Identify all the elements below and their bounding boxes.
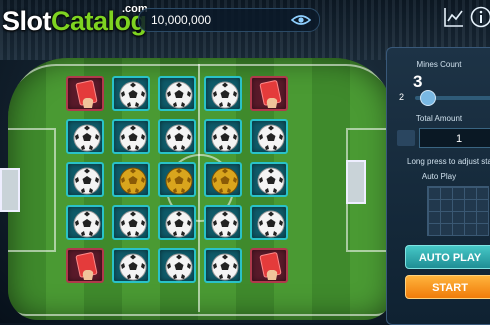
mines-count-value: 3 [413, 72, 422, 92]
football-icon [210, 252, 240, 282]
grid-tile-ball[interactable] [112, 248, 150, 283]
grid-tile-gold-ball[interactable] [158, 162, 196, 197]
gold-ball-icon [118, 166, 148, 196]
start-button[interactable]: START [405, 275, 490, 299]
football-icon [72, 166, 102, 196]
grid-tile-ball[interactable] [250, 205, 288, 240]
grid-tile-red-card[interactable] [250, 76, 288, 111]
auto-play-grid[interactable] [427, 186, 489, 236]
balance-value: 10,000,000 [151, 13, 211, 27]
football-icon [164, 209, 194, 239]
mines-min-label: 2 [399, 92, 404, 102]
amount-decrease-button[interactable] [397, 130, 415, 146]
auto-play-label: Auto Play [387, 172, 490, 181]
eye-icon[interactable] [291, 12, 311, 33]
red-card-icon [256, 252, 286, 282]
grid-tile-ball[interactable] [204, 205, 242, 240]
grid-tile-red-card[interactable] [250, 248, 288, 283]
gold-ball-icon [164, 166, 194, 196]
grid-tile-ball[interactable] [250, 162, 288, 197]
total-amount-label: Total Amount [387, 114, 490, 123]
grid-tile-ball[interactable] [204, 119, 242, 154]
football-icon [164, 123, 194, 153]
info-icon[interactable] [469, 5, 490, 29]
grid-tile-ball[interactable] [158, 248, 196, 283]
football-icon [256, 166, 286, 196]
grid-tile-ball[interactable] [204, 76, 242, 111]
football-icon [256, 123, 286, 153]
grid-tile-gold-ball[interactable] [112, 162, 150, 197]
red-card-icon [72, 252, 102, 282]
right-goal [346, 160, 366, 204]
adjust-hint: Long press to adjust sta [407, 157, 490, 166]
gold-ball-icon [210, 166, 240, 196]
grid-tile-ball[interactable] [112, 119, 150, 154]
grid-tile-ball[interactable] [66, 162, 104, 197]
grid-tile-ball[interactable] [204, 248, 242, 283]
grid-tile-red-card[interactable] [66, 248, 104, 283]
football-icon [210, 123, 240, 153]
grid-tile-ball[interactable] [158, 119, 196, 154]
football-icon [164, 252, 194, 282]
red-card-icon [72, 80, 102, 110]
grid-tile-ball[interactable] [112, 205, 150, 240]
control-panel: Mines Count 3 2 Total Amount 1 Long pres… [386, 47, 490, 325]
grid-tile-ball[interactable] [250, 119, 288, 154]
football-icon [118, 252, 148, 282]
grid-tile-gold-ball[interactable] [204, 162, 242, 197]
grid-tile-ball[interactable] [158, 205, 196, 240]
football-icon [72, 209, 102, 239]
grid-tile-ball[interactable] [112, 76, 150, 111]
football-icon [118, 80, 148, 110]
football-icon [210, 80, 240, 110]
football-icon [118, 123, 148, 153]
grid-tile-ball[interactable] [66, 119, 104, 154]
mines-count-label: Mines Count [387, 60, 490, 69]
balance-display: 10,000,000 [138, 8, 320, 32]
football-icon [72, 123, 102, 153]
total-amount-field[interactable]: 1 [419, 128, 490, 148]
grid-tile-ball[interactable] [66, 205, 104, 240]
auto-play-button[interactable]: AUTO PLAY [405, 245, 490, 269]
mines-slider-handle[interactable] [420, 90, 436, 106]
grid-tile-red-card[interactable] [66, 76, 104, 111]
chart-icon[interactable] [442, 5, 466, 29]
football-icon [256, 209, 286, 239]
red-card-icon [256, 80, 286, 110]
brand-logo: SlotCatalog .com [2, 6, 147, 37]
brand-word-left: Slot [2, 6, 51, 36]
football-icon [210, 209, 240, 239]
grid-tile-ball[interactable] [158, 76, 196, 111]
football-icon [118, 209, 148, 239]
football-icon [164, 80, 194, 110]
left-goal [0, 168, 20, 212]
